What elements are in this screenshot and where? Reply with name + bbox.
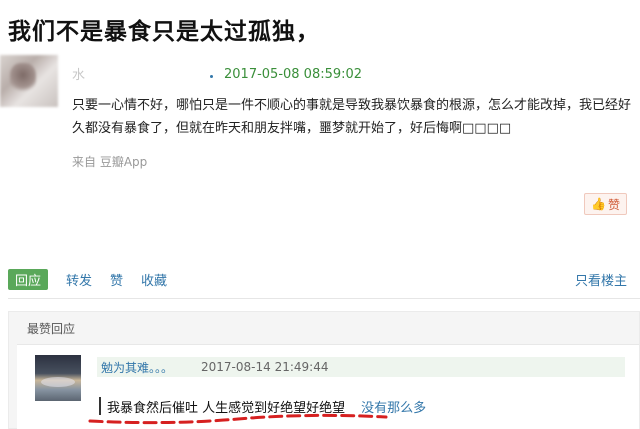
author-name[interactable]: 水 (72, 64, 85, 83)
red-dashed-underline (88, 413, 388, 425)
thumbs-up-icon: 👍 (591, 197, 606, 211)
reply-avatar[interactable] (35, 355, 81, 401)
collect-link[interactable]: 收藏 (141, 270, 167, 289)
like-button-label: 赞 (607, 197, 620, 212)
post-body: 只要一心情不好，哪怕只是一件不顺心的事就是导致我暴饮暴食的根源，怎么才能改掉，我… (72, 98, 632, 136)
post-timestamp: 2017-05-08 08:59:02 (224, 67, 363, 82)
reply-timestamp: 2017-08-14 21:49:44 (201, 360, 329, 374)
best-replies-panel: 最赞回应 勉为其难。。。 2017-08-14 21:49:44 我暴食然后催吐… (8, 311, 640, 429)
like-button[interactable]: 👍 赞 (584, 193, 627, 215)
divider (8, 298, 640, 299)
author-avatar[interactable] (0, 55, 58, 107)
reply-author[interactable]: 勉为其难。。。 (101, 359, 173, 376)
repost-link[interactable]: 转发 (66, 270, 92, 289)
post-source: 来自 豆瓣App (72, 155, 148, 169)
only-author-link[interactable]: 只看楼主 (575, 270, 627, 289)
like-link[interactable]: 赞 (110, 270, 123, 289)
post-actions: 回应 转发 赞 收藏 (8, 269, 185, 290)
reply-meta: 勉为其难。。。 2017-08-14 21:49:44 (97, 357, 625, 377)
post-title: 我们不是暴食只是太过孤独， (8, 19, 320, 45)
online-dot (210, 75, 213, 78)
reply-button[interactable]: 回应 (8, 269, 49, 290)
best-replies-header: 最赞回应 (27, 322, 76, 336)
